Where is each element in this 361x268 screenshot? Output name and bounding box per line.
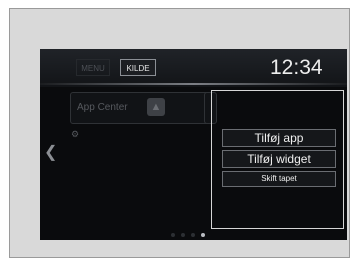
gear-icon: ⚙ <box>71 129 80 139</box>
page-dot <box>181 233 185 237</box>
page-indicator <box>171 233 211 239</box>
figure-frame: MENU KILDE 12:34 App Center ▲ ⚙ ❮ Tilføj… <box>9 8 350 258</box>
change-wallpaper-button[interactable]: Skift tapet <box>222 171 336 187</box>
page-dot <box>191 233 195 237</box>
chevron-left-icon[interactable]: ❮ <box>44 145 57 161</box>
page-dot <box>171 233 175 237</box>
add-app-button[interactable]: Tilføj app <box>222 129 336 147</box>
clock: 12:34 <box>270 56 323 79</box>
add-widget-button[interactable]: Tilføj widget <box>222 150 336 168</box>
page-dot-active <box>201 233 205 237</box>
source-tab[interactable]: KILDE <box>120 59 156 76</box>
app-center-label: App Center <box>77 102 128 113</box>
warning-triangle-icon: ▲ <box>147 98 165 116</box>
head-unit-screen: MENU KILDE 12:34 App Center ▲ ⚙ ❮ Tilføj… <box>40 49 347 240</box>
menu-tab[interactable]: MENU <box>76 59 110 76</box>
